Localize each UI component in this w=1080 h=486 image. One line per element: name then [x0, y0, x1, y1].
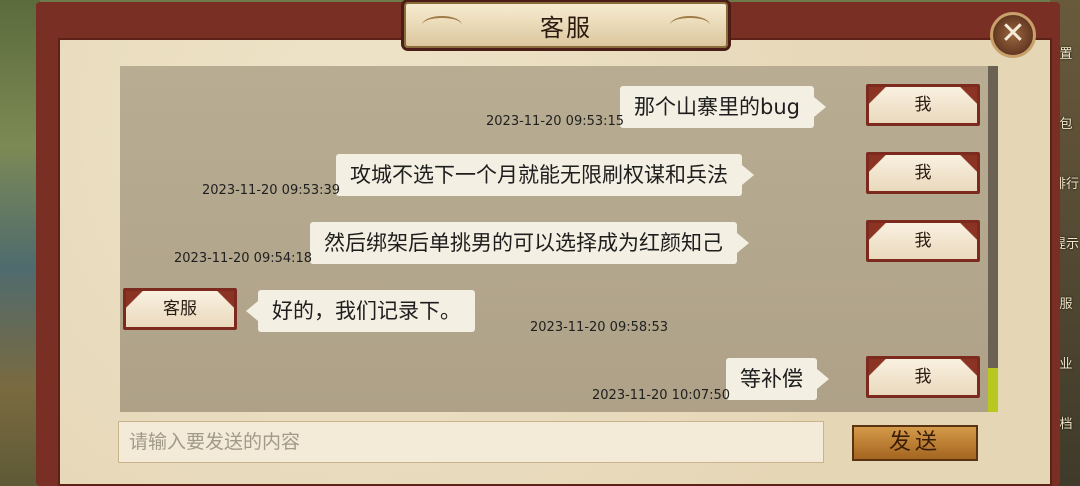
message-timestamp: 2023-11-20 09:53:15: [486, 114, 625, 129]
chat-scrollbar[interactable]: [988, 66, 998, 412]
message-text: 好的，我们记录下。: [272, 299, 461, 323]
message-timestamp: 2023-11-20 09:53:39: [202, 183, 341, 198]
sender-label: 我: [914, 95, 932, 115]
message-input[interactable]: 请输入要发送的内容: [118, 421, 824, 463]
close-icon: ✕: [1000, 16, 1026, 51]
sender-label: 客服: [163, 299, 197, 319]
dialog-title: 客服: [540, 13, 592, 42]
chat-history[interactable]: 那个山寨里的bug 2023-11-20 09:53:15 我 攻城不选下一个月…: [120, 66, 988, 412]
message-bubble: 然后绑架后单挑男的可以选择成为红颜知己: [310, 222, 749, 264]
message-bubble: 等补偿: [726, 358, 829, 400]
message-bubble: 攻城不选下一个月就能无限刷权谋和兵法: [336, 154, 754, 196]
send-button-label: 发送: [888, 430, 941, 455]
message-text: 那个山寨里的bug: [634, 95, 800, 119]
sender-tag-me: 我: [866, 220, 980, 262]
message-timestamp: 2023-11-20 09:58:53: [530, 320, 669, 335]
scrollbar-thumb[interactable]: [988, 368, 998, 412]
sender-tag-me: 我: [866, 84, 980, 126]
close-button[interactable]: ✕: [990, 12, 1036, 58]
message-text: 攻城不选下一个月就能无限刷权谋和兵法: [350, 163, 728, 187]
flourish-right-icon: [670, 16, 710, 34]
sender-label: 我: [914, 163, 932, 183]
message-text: 等补偿: [740, 367, 803, 391]
message-bubble: 好的，我们记录下。: [246, 290, 475, 332]
message-bubble: 那个山寨里的bug: [620, 86, 826, 128]
send-button[interactable]: 发送: [852, 425, 978, 461]
message-timestamp: 2023-11-20 10:07:50: [592, 388, 731, 403]
message-text: 然后绑架后单挑男的可以选择成为红颜知己: [324, 231, 723, 255]
sender-label: 我: [914, 231, 932, 251]
flourish-left-icon: [422, 16, 462, 34]
sender-tag-me: 我: [866, 152, 980, 194]
sender-tag-service: 客服: [123, 288, 237, 330]
message-timestamp: 2023-11-20 09:54:18: [174, 251, 313, 266]
sender-tag-me: 我: [866, 356, 980, 398]
game-background-left: [0, 0, 40, 486]
message-input-placeholder: 请输入要发送的内容: [129, 431, 301, 453]
dialog-title-plate: 客服: [404, 2, 728, 48]
sender-label: 我: [914, 367, 932, 387]
